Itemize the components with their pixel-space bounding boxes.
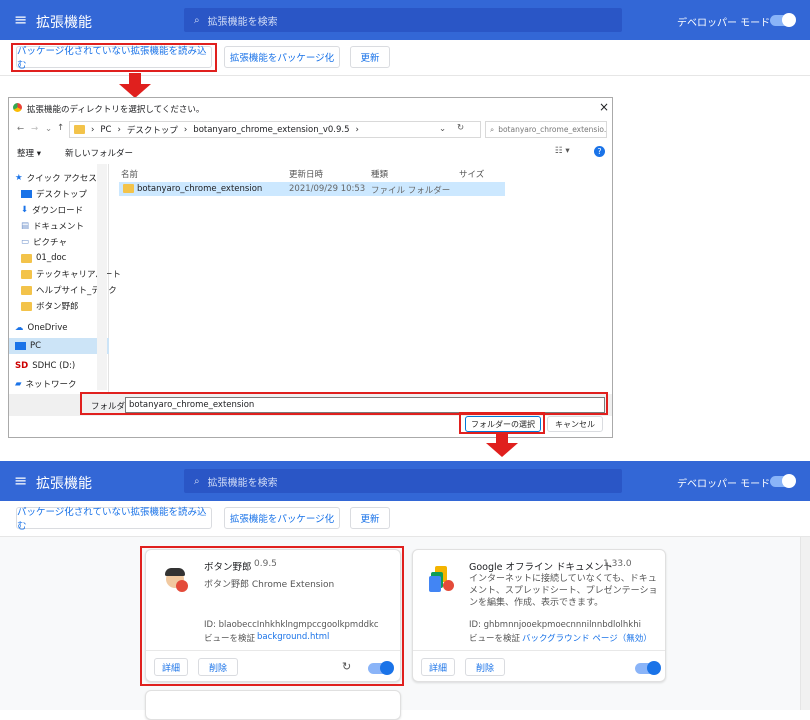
view-options-icon[interactable]: ☷ ▾: [555, 146, 570, 156]
breadcrumb-item[interactable]: PC: [100, 125, 111, 135]
row-date: 2021/09/29 10:53: [289, 184, 366, 194]
nav-downloads[interactable]: ⬇ ダウンロード: [21, 202, 83, 218]
bottom-search-input[interactable]: ⌕ 拡張機能を検索: [184, 469, 622, 493]
nav-network[interactable]: ▰ ネットワーク: [15, 376, 77, 392]
remove-button[interactable]: 削除: [465, 658, 505, 676]
top-update-button[interactable]: 更新: [350, 46, 390, 68]
col-size[interactable]: サイズ: [459, 168, 484, 180]
extension-description: インターネットに接続していなくても、ドキュメント、スプレッドシート、プレゼンテー…: [469, 574, 658, 608]
path-sep-icon: ›: [183, 124, 188, 135]
nav-pc[interactable]: PC: [9, 338, 109, 354]
nav-onedrive[interactable]: ☁ OneDrive: [15, 320, 67, 336]
bottom-load-unpacked-button[interactable]: パッケージ化されていない拡張機能を読み込む: [16, 507, 212, 532]
organize-menu[interactable]: 整理 ▾: [17, 147, 41, 159]
dialog-title-bar: 拡張機能のディレクトリを選択してください。 ×: [9, 98, 612, 118]
top-dev-mode-label: デベロッパー モード: [677, 18, 771, 29]
extension-name: Google オフライン ドキュメント: [469, 562, 614, 573]
top-header-bar: ≡ 拡張機能 ⌕ 拡張機能を検索 デベロッパー モード: [0, 0, 810, 40]
cancel-button[interactable]: キャンセル: [547, 416, 603, 432]
down-arrow-1-stem: [129, 73, 141, 84]
down-arrow-2-head: [486, 443, 518, 457]
row-type: ファイル フォルダー: [371, 186, 451, 196]
col-modified[interactable]: 更新日時: [289, 168, 323, 180]
bottom-page-title: 拡張機能: [36, 476, 92, 492]
recent-chevron-icon[interactable]: ⌄: [45, 124, 52, 134]
bottom-dev-mode-label: デベロッパー モード: [677, 479, 771, 490]
card-divider: [413, 650, 665, 651]
path-sep-icon: ›: [91, 124, 95, 135]
highlight-new-extension-card: [140, 546, 404, 686]
nav-documents[interactable]: ▤ ドキュメント: [21, 218, 84, 234]
top-pack-extension-button[interactable]: 拡張機能をパッケージ化: [224, 46, 340, 68]
breadcrumb-item[interactable]: デスクトップ: [127, 124, 178, 136]
dialog-command-bar: 整理 ▾ 新しいフォルダー ☷ ▾ ?: [9, 144, 612, 162]
col-type[interactable]: 種類: [371, 168, 388, 180]
highlight-load-unpacked: [11, 43, 217, 72]
folder-icon: [123, 184, 134, 193]
inspect-views-label: ビューを検証: [469, 634, 521, 644]
bottom-dev-mode-toggle[interactable]: [770, 474, 796, 488]
extension-id: ID: ghbmnnjooekpmoecnnnilnnbdlolhkhi: [469, 620, 641, 630]
bottom-pack-extension-button[interactable]: 拡張機能をパッケージ化: [224, 507, 340, 529]
inspect-views-link[interactable]: バックグラウンド ページ（無効）: [522, 632, 652, 644]
breadcrumb-item[interactable]: botanyaro_chrome_extension_v0.9.5: [193, 125, 349, 135]
nav-quick-access[interactable]: ★ クイック アクセス: [15, 170, 97, 186]
details-button[interactable]: 詳細: [421, 658, 455, 676]
search-icon: ⌕: [490, 124, 495, 134]
extensions-content-area: [0, 537, 810, 710]
bottom-toolbar: パッケージ化されていない拡張機能を読み込む 拡張機能をパッケージ化 更新: [0, 501, 810, 537]
bottom-update-button[interactable]: 更新: [350, 507, 390, 529]
address-bar[interactable]: › PC › デスクトップ › botanyaro_chrome_extensi…: [69, 121, 481, 138]
path-sep-icon: ›: [355, 124, 359, 135]
top-page-title: 拡張機能: [36, 15, 92, 31]
extension-card-partial: [145, 690, 401, 720]
new-folder-button[interactable]: 新しいフォルダー: [65, 147, 133, 159]
nav-scrollbar[interactable]: [97, 164, 107, 390]
extension-card-google-docs-offline: Google オフライン ドキュメント 1.33.0 インターネットに接続してい…: [412, 549, 666, 682]
file-list-header: 名前 更新日時 種類 サイズ: [109, 164, 609, 182]
extension-enable-toggle[interactable]: [635, 661, 661, 675]
dialog-nav-pane: ★ クイック アクセス デスクトップ ⬇ ダウンロード ▤ ドキュメント ▭ ピクチャ …: [9, 164, 121, 394]
close-icon[interactable]: ×: [599, 100, 609, 114]
menu-icon[interactable]: ≡: [14, 471, 27, 490]
back-arrow-icon[interactable]: ←: [17, 124, 24, 134]
bottom-header-bar: ≡ 拡張機能 ⌕ 拡張機能を検索 デベロッパー モード: [0, 461, 810, 501]
up-arrow-icon[interactable]: ↑: [57, 123, 64, 133]
help-icon[interactable]: ?: [594, 146, 605, 157]
nav-folder-botanyaro[interactable]: ボタン野郎: [21, 298, 79, 314]
dialog-address-row: ← → ⌄ ↑ › PC › デスクトップ › botanyaro_chrome…: [9, 120, 612, 140]
extension-version: 1.33.0: [603, 559, 632, 569]
top-search-input[interactable]: ⌕ 拡張機能を検索: [184, 8, 622, 32]
nav-pictures[interactable]: ▭ ピクチャ: [21, 234, 67, 250]
page-scrollbar[interactable]: [800, 537, 810, 710]
down-arrow-1-head: [119, 84, 151, 98]
path-sep-icon: ›: [117, 124, 121, 135]
highlight-select-folder: [459, 412, 545, 434]
top-dev-mode-toggle[interactable]: [770, 13, 796, 27]
dialog-search-input[interactable]: ⌕ botanyaro_chrome_extensio...: [485, 121, 607, 138]
search-icon: ⌕: [194, 475, 200, 487]
folder-icon: [74, 125, 85, 134]
chrome-icon: [13, 103, 22, 112]
col-name[interactable]: 名前: [121, 168, 138, 180]
menu-icon[interactable]: ≡: [14, 10, 27, 29]
row-name: botanyaro_chrome_extension: [137, 184, 263, 194]
folder-picker-dialog: 拡張機能のディレクトリを選択してください。 × ← → ⌄ ↑ › PC › デ…: [8, 97, 613, 438]
forward-arrow-icon[interactable]: →: [31, 124, 38, 134]
table-row[interactable]: botanyaro_chrome_extension 2021/09/29 10…: [119, 182, 505, 196]
down-arrow-2-stem: [496, 432, 508, 443]
nav-folder-01doc[interactable]: 01_doc: [21, 250, 66, 266]
address-dropdown-icon[interactable]: ⌄: [439, 124, 446, 134]
search-icon: ⌕: [194, 14, 200, 26]
nav-desktop[interactable]: デスクトップ: [21, 186, 87, 202]
nav-sdhc-drive[interactable]: SD SDHC (D:): [15, 358, 75, 374]
refresh-icon[interactable]: ↻: [457, 123, 464, 133]
dialog-title: 拡張機能のディレクトリを選択してください。: [27, 105, 205, 115]
docs-offline-icon: [429, 566, 455, 592]
